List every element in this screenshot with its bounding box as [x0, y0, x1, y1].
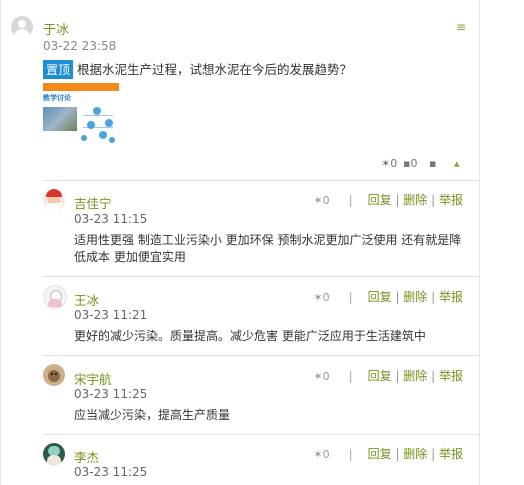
- comment-item: 吉佳宁 03-23 11:15 ✶0 ❘ 回复 | 删除 | 举报 适用性更强 制造…: [43, 181, 479, 277]
- comment-item: 宋宇航 03-23 11:25 ✶0 ❘ 回复 | 删除 | 举报 应当减少污染，提…: [43, 356, 479, 435]
- reply-button[interactable]: 回复: [368, 290, 392, 304]
- report-button[interactable]: 举报: [439, 447, 463, 461]
- reply-button[interactable]: 回复: [368, 369, 392, 383]
- comment-count[interactable]: ▪0: [403, 157, 417, 170]
- thumbs-icon[interactable]: ❘: [346, 193, 356, 207]
- delete-button[interactable]: 删除: [403, 447, 427, 461]
- thumb-up-icon: ✶: [313, 194, 323, 207]
- report-button[interactable]: 举报: [439, 290, 463, 304]
- like-button[interactable]: ✶0: [313, 370, 329, 383]
- report-button[interactable]: 举报: [439, 369, 463, 383]
- commenter-name[interactable]: 李杰: [74, 447, 99, 466]
- thumb-up-icon: ✶: [313, 448, 323, 461]
- comment-time: 03-23 11:25: [74, 387, 148, 401]
- menu-icon[interactable]: ≡: [456, 20, 466, 34]
- default-avatar[interactable]: [11, 16, 33, 38]
- report-button[interactable]: 举报: [439, 193, 463, 207]
- comment-actions: ✶0 ❘ 回复 | 删除 | 举报: [313, 290, 463, 304]
- thumb-up-icon: ✶: [313, 291, 323, 304]
- discussion-panel: 于冰 03-22 23:58 ≡ 置顶 根据水泥生产过程，试想水泥在今后的发展趋势…: [0, 0, 480, 485]
- post-time: 03-22 23:58: [43, 39, 117, 53]
- commenter-name[interactable]: 王冰: [74, 290, 99, 309]
- santa-avatar[interactable]: [43, 189, 65, 211]
- comment-item: 李杰 03-23 11:25 ✶0 ❘ 回复 | 删除 | 举报: [43, 435, 479, 485]
- like-button[interactable]: ✶0: [313, 194, 329, 207]
- like-button[interactable]: ✶0: [313, 448, 329, 461]
- comment-actions: ✶0 ❘ 回复 | 删除 | 举报: [313, 447, 463, 461]
- thumb-up-icon: ✶: [313, 370, 323, 383]
- cartoon-avatar[interactable]: [43, 285, 67, 309]
- comment-text: 应当减少污染，提高生产质量: [74, 408, 231, 422]
- reply-button[interactable]: 回复: [368, 193, 392, 207]
- commenter-name[interactable]: 宋宇航: [74, 369, 112, 388]
- delete-button[interactable]: 删除: [403, 290, 427, 304]
- post-author[interactable]: 于冰: [43, 19, 69, 38]
- comment-time: 03-23 11:21: [74, 308, 148, 322]
- thumbs-icon[interactable]: ❘: [346, 290, 356, 304]
- pinned-badge: 置顶: [43, 60, 74, 79]
- attachment-image[interactable]: 教学讨论: [43, 83, 119, 151]
- commenter-name[interactable]: 吉佳宁: [74, 193, 112, 212]
- delete-button[interactable]: 删除: [403, 193, 427, 207]
- comment-time: 03-23 11:15: [74, 212, 148, 226]
- post-question: 置顶 根据水泥生产过程，试想水泥在今后的发展趋势？: [43, 59, 352, 79]
- anime-avatar[interactable]: [43, 443, 65, 465]
- thumb-up-icon: ✶: [381, 157, 391, 170]
- comment-actions: ✶0 ❘ 回复 | 删除 | 举报: [313, 369, 463, 383]
- thumbs-icon[interactable]: ❘: [346, 447, 356, 461]
- comment-item: 王冰 03-23 11:21 ✶0 ❘ 回复 | 删除 | 举报 更好的减少污染。质…: [43, 277, 479, 356]
- topic-post: 于冰 03-22 23:58 ≡ 置顶 根据水泥生产过程，试想水泥在今后的发展趋势…: [1, 0, 479, 180]
- comment-time: 03-23 11:25: [74, 465, 148, 479]
- comment-text: 适用性更强 制造工业污染小 更加环保 预制水泥更加广泛使用 还有就是降低成本 更…: [74, 233, 462, 264]
- share-icon[interactable]: ▴: [454, 157, 460, 170]
- pet-avatar[interactable]: [43, 364, 65, 386]
- thumbs-icon[interactable]: ❘: [346, 369, 356, 383]
- comment-text: 更好的减少污染。质量提高。减少危害 更能广泛应用于生活建筑中: [74, 329, 426, 343]
- reply-button[interactable]: 回复: [368, 447, 392, 461]
- like-button[interactable]: ✶0: [313, 291, 329, 304]
- like-count[interactable]: ✶0: [381, 157, 397, 170]
- thumb-title: 教学讨论: [43, 94, 71, 102]
- comment-bubble-icon[interactable]: ▪: [429, 157, 436, 170]
- delete-button[interactable]: 删除: [403, 369, 427, 383]
- question-text: 根据水泥生产过程，试想水泥在今后的发展趋势？: [77, 62, 353, 77]
- comment-actions: ✶0 ❘ 回复 | 删除 | 举报: [313, 193, 463, 207]
